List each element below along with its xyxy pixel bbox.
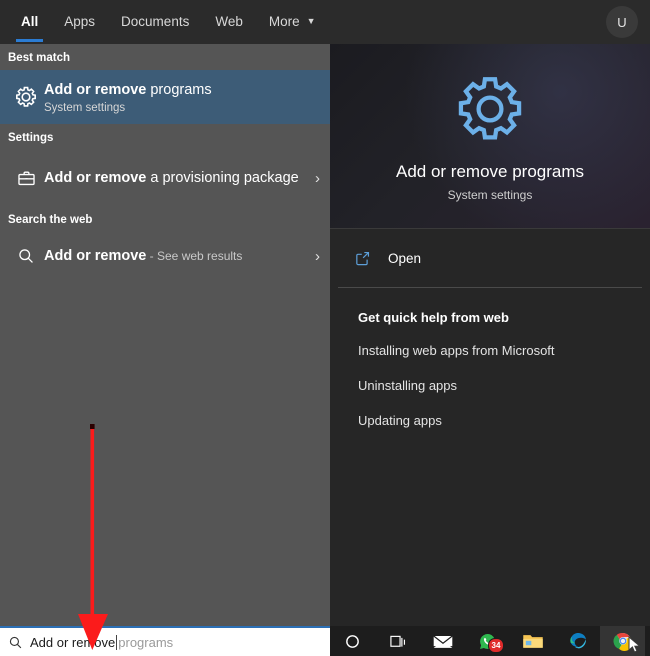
tab-web[interactable]: Web: [202, 0, 256, 44]
result-web-search-add-or-remove[interactable]: Add or remove - See web results ›: [0, 232, 330, 280]
result-title: Add or remove programs: [44, 81, 320, 100]
section-header-best-match: Best match: [8, 52, 70, 64]
search-input-text: Add or remove programs: [30, 634, 174, 650]
result-title-rest: programs: [146, 81, 212, 98]
tab-apps[interactable]: Apps: [51, 0, 108, 44]
edge-icon[interactable]: [555, 626, 600, 656]
quick-help-link[interactable]: Uninstalling apps: [358, 378, 650, 393]
tab-more[interactable]: More ▼: [256, 0, 329, 44]
open-action-button[interactable]: Open: [330, 229, 650, 287]
search-icon: [8, 247, 44, 265]
quick-help-link[interactable]: Updating apps: [358, 413, 650, 428]
tab-documents[interactable]: Documents: [108, 0, 202, 44]
mail-icon[interactable]: [420, 626, 465, 656]
preview-subtitle: System settings: [447, 187, 533, 202]
tab-apps-label: Apps: [64, 14, 96, 29]
preview-panel: Add or remove programs System settings O…: [330, 44, 650, 626]
search-header: All Apps Documents Web More ▼ U: [0, 0, 650, 44]
open-external-icon: [354, 250, 380, 267]
result-text: Add or remove a provisioning package: [44, 168, 307, 188]
quick-help-heading: Get quick help from web: [358, 310, 509, 325]
tab-all-label: All: [21, 14, 39, 29]
gear-icon: [8, 85, 44, 109]
text-cursor: [116, 634, 118, 650]
briefcase-icon: [8, 169, 44, 188]
result-text: Add or remove programs System settings: [44, 81, 320, 114]
task-view-icon[interactable]: [375, 626, 420, 656]
result-title-bold: Add or remove: [44, 81, 147, 98]
windows-search-screen: All Apps Documents Web More ▼ U Best matc…: [0, 0, 650, 656]
chevron-right-icon[interactable]: ›: [307, 248, 320, 265]
quick-help-section: Get quick help from web Installing web a…: [330, 288, 650, 428]
file-explorer-icon[interactable]: [510, 626, 555, 656]
result-text: Add or remove - See web results: [44, 247, 307, 266]
result-settings-provisioning-package[interactable]: Add or remove a provisioning package ›: [0, 150, 330, 206]
section-header-settings: Settings: [8, 132, 54, 144]
search-typed-text: Add or remove: [30, 634, 116, 650]
gear-icon: [452, 71, 528, 152]
open-action-label: Open: [388, 250, 422, 266]
tab-documents-label: Documents: [121, 14, 190, 29]
result-subtitle: System settings: [44, 101, 126, 114]
notification-badge: 34: [488, 638, 504, 653]
result-title-rest: a provisioning package: [146, 170, 299, 186]
search-input[interactable]: Add or remove programs: [0, 626, 330, 656]
taskbar: 34: [330, 626, 650, 656]
search-icon: [0, 635, 30, 650]
chevron-down-icon: ▼: [306, 16, 316, 26]
tab-web-label: Web: [215, 14, 243, 29]
result-title: Add or remove - See web results: [44, 247, 307, 266]
tab-all[interactable]: All: [8, 0, 51, 44]
avatar-initial: U: [617, 14, 627, 30]
tab-more-label: More: [268, 14, 300, 29]
result-best-match-add-or-remove-programs[interactable]: Add or remove programs System settings: [0, 70, 330, 124]
avatar[interactable]: U: [606, 6, 638, 38]
result-title-bold: Add or remove: [44, 247, 147, 264]
preview-hero: Add or remove programs System settings: [330, 44, 650, 229]
result-title-bold: Add or remove: [44, 170, 147, 186]
quick-help-link[interactable]: Installing web apps from Microsoft: [358, 343, 650, 358]
whatsapp-icon[interactable]: 34: [465, 626, 510, 656]
results-panel: Best match Add or remove programs System…: [0, 44, 330, 626]
section-header-search-the-web: Search the web: [8, 214, 93, 226]
preview-title: Add or remove programs: [395, 161, 585, 181]
chrome-icon[interactable]: [600, 626, 645, 656]
search-suggestion-text: programs: [118, 634, 174, 650]
cortana-icon[interactable]: [330, 626, 375, 656]
result-title: Add or remove a provisioning package: [44, 168, 307, 188]
result-title-rest: - See web results: [146, 248, 243, 263]
chevron-right-icon[interactable]: ›: [307, 170, 320, 187]
search-filter-tabs: All Apps Documents Web More ▼: [0, 0, 329, 44]
